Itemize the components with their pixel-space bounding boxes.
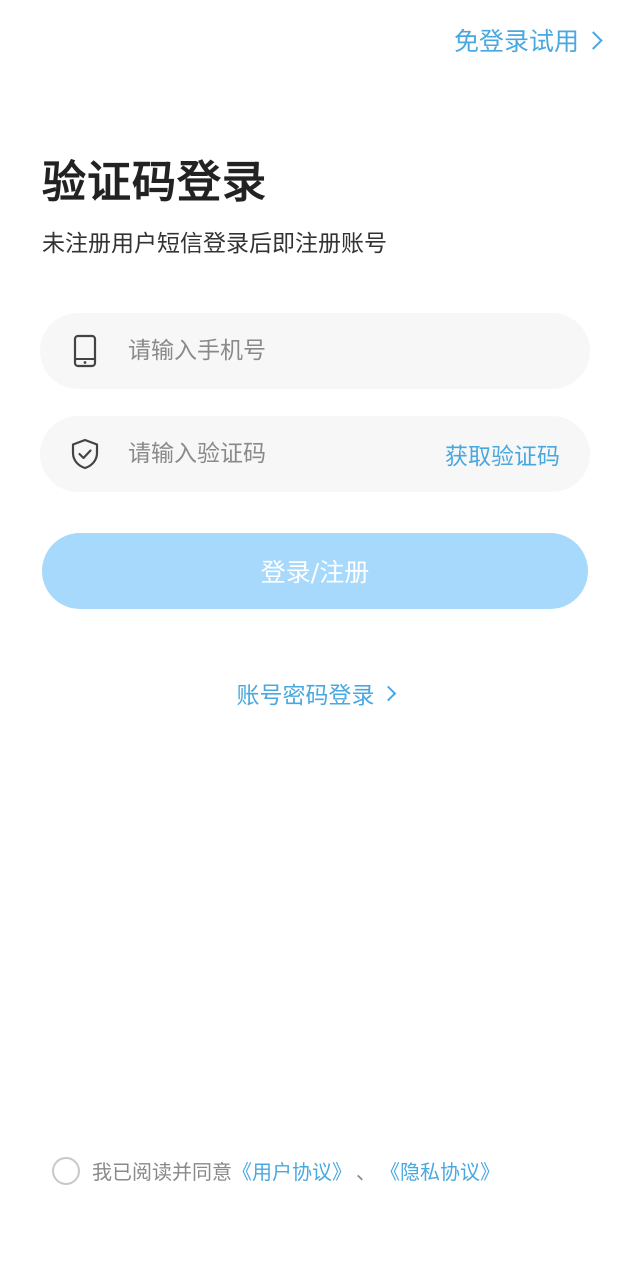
skip-login-link[interactable]: 免登录试用 (453, 22, 603, 58)
get-code-button[interactable]: 获取验证码 (445, 437, 560, 471)
code-field[interactable]: 获取验证码 (40, 416, 590, 492)
smartphone-icon (68, 334, 102, 368)
page-title: 验证码登录 (42, 157, 267, 208)
phone-field[interactable] (40, 313, 590, 389)
password-login-label: 账号密码登录 (236, 683, 375, 709)
agreement-separator: 、 (356, 1160, 376, 1184)
shield-check-icon (68, 437, 102, 471)
agreement-row: 我已阅读并同意 《用户协议》 、 《隐私协议》 (52, 1156, 500, 1185)
page-subtitle: 未注册用户短信登录后即注册账号 (42, 231, 387, 257)
chevron-right-icon (584, 30, 603, 50)
code-input[interactable] (126, 440, 445, 468)
phone-input[interactable] (126, 337, 560, 365)
agreement-checkbox[interactable] (52, 1156, 80, 1185)
agreement-prefix: 我已阅读并同意 (92, 1160, 232, 1184)
password-login-link[interactable]: 账号密码登录 (236, 676, 396, 710)
chevron-right-icon (380, 685, 396, 701)
login-register-button[interactable]: 登录/注册 (42, 533, 588, 609)
privacy-agreement-link[interactable]: 《隐私协议》 (380, 1156, 500, 1185)
user-agreement-link[interactable]: 《用户协议》 (232, 1156, 352, 1185)
password-login-row: 账号密码登录 (0, 676, 630, 710)
skip-login-label: 免登录试用 (453, 27, 579, 56)
